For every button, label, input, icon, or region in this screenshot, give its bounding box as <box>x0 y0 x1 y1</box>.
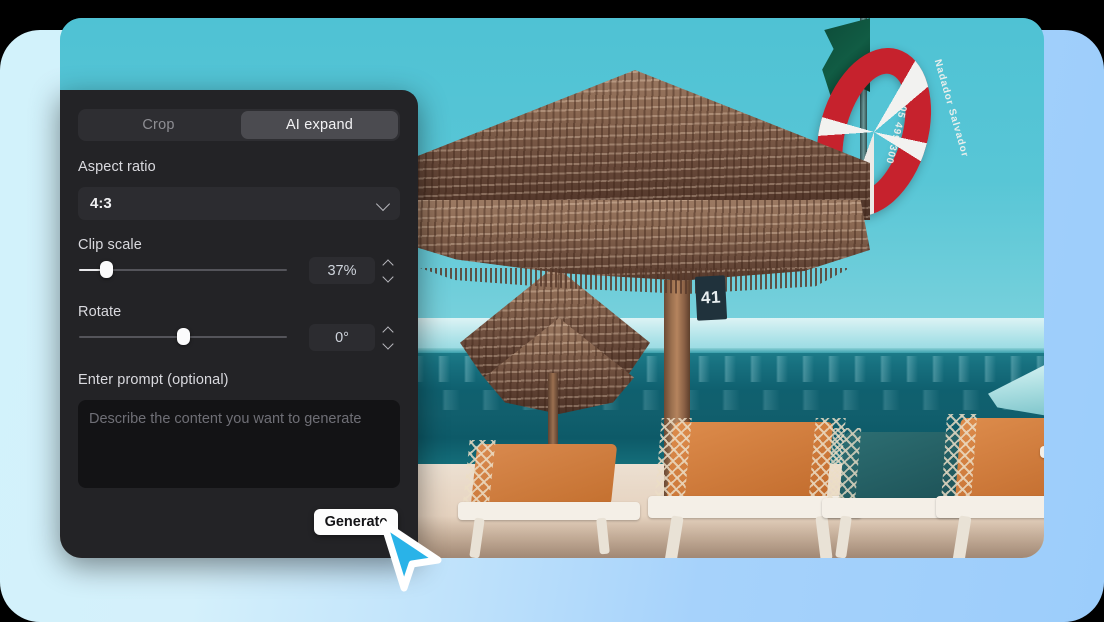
aspect-ratio-select[interactable]: 4:3 <box>78 187 400 220</box>
tab-ai-expand[interactable]: AI expand <box>241 111 398 139</box>
lounger-far-right <box>1040 400 1044 480</box>
screenshot-stage: Nadador Salvador 305 499 300 41 Crop AI … <box>0 0 1104 622</box>
aspect-ratio-value: 4:3 <box>90 195 112 212</box>
rotate-label: Rotate <box>78 304 122 320</box>
aspect-ratio-label: Aspect ratio <box>78 159 156 175</box>
rotate-stepper[interactable] <box>380 324 395 351</box>
clip-scale-label: Clip scale <box>78 237 142 253</box>
ai-expand-panel: Crop AI expand Aspect ratio 4:3 Clip sca… <box>60 90 418 558</box>
lounger-right <box>936 412 1044 558</box>
rotate-slider[interactable] <box>79 328 287 345</box>
thatch-umbrella-main <box>400 70 870 310</box>
stepper-up-icon[interactable] <box>381 258 394 271</box>
rotate-thumb[interactable] <box>177 328 190 345</box>
umbrella-number-tag: 41 <box>694 275 728 321</box>
stepper-down-icon[interactable] <box>381 337 394 350</box>
clip-scale-input[interactable]: 37% <box>309 257 375 284</box>
stepper-up-icon[interactable] <box>381 325 394 338</box>
tab-crop[interactable]: Crop <box>80 111 237 139</box>
stepper-down-icon[interactable] <box>381 270 394 283</box>
mode-tabs: Crop AI expand <box>78 109 400 141</box>
rotate-input[interactable]: 0° <box>309 324 375 351</box>
prompt-label: Enter prompt (optional) <box>78 372 229 388</box>
lounger-left <box>458 436 640 558</box>
prompt-input[interactable]: Describe the content you want to generat… <box>78 400 400 488</box>
chevron-down-icon <box>375 196 391 212</box>
mouse-cursor <box>378 520 444 592</box>
thatch-umbrella-tertiary <box>484 318 634 414</box>
clip-scale-thumb[interactable] <box>100 261 113 278</box>
clip-scale-slider[interactable] <box>79 261 287 278</box>
clip-scale-stepper[interactable] <box>380 257 395 284</box>
